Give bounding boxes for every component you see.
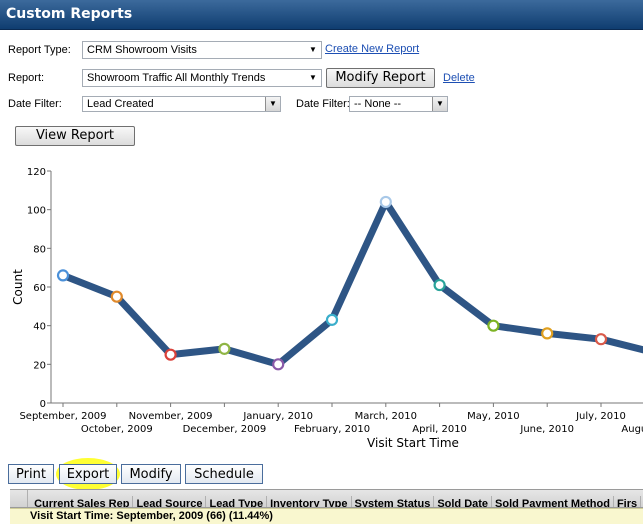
column-first[interactable]: Firs	[614, 496, 642, 507]
delete-link[interactable]: Delete	[443, 72, 475, 84]
y-tick-label: 100	[27, 206, 46, 217]
report-type-value: CRM Showroom Visits	[87, 44, 197, 56]
date-filter-2-label: Date Filter:	[296, 98, 350, 110]
x-tick-label: July, 2010	[575, 411, 626, 422]
grid-expand-column	[10, 490, 28, 507]
dropdown-arrow-icon: ▼	[309, 45, 317, 54]
x-tick-label: November, 2009	[129, 411, 213, 422]
group-row[interactable]: Visit Start Time: September, 2009 (66) (…	[10, 508, 643, 524]
column-system-status[interactable]: System Status	[352, 496, 435, 507]
column-lead-source[interactable]: Lead Source	[133, 496, 207, 507]
data-point-marker[interactable]	[272, 358, 285, 371]
report-label: Report:	[8, 72, 45, 84]
data-point-marker[interactable]	[164, 348, 177, 361]
y-tick-label: 20	[33, 360, 46, 371]
report-select[interactable]: Showroom Traffic All Monthly Trends ▼	[82, 69, 322, 87]
data-point-marker[interactable]	[379, 195, 392, 209]
x-tick-label: December, 2009	[183, 424, 267, 435]
report-type-select[interactable]: CRM Showroom Visits ▼	[82, 41, 322, 59]
x-tick-label: January, 2010	[242, 411, 313, 422]
line-chart: 0 20 40 60 80 100 120 September, 2009 October, …	[11, 167, 643, 450]
column-current-sales-rep[interactable]: Current Sales Rep	[31, 496, 134, 507]
column-sold-date[interactable]: Sold Date	[434, 496, 493, 507]
report-value: Showroom Traffic All Monthly Trends	[87, 72, 266, 84]
date-filter-value: Lead Created	[87, 98, 154, 110]
dropdown-arrow-icon: ▼	[432, 97, 447, 111]
schedule-button[interactable]: Schedule	[185, 464, 263, 484]
grid-header: Current Sales Rep Lead Source Lead Type Inv…	[10, 489, 643, 508]
dropdown-arrow-icon: ▼	[309, 73, 317, 82]
report-type-label: Report Type:	[8, 44, 71, 56]
x-tick-label: August, 2010	[621, 424, 643, 435]
x-axis-label: Visit Start Time	[367, 436, 459, 450]
x-tick-label: April, 2010	[412, 424, 467, 435]
y-tick-label: 80	[33, 244, 46, 255]
y-tick-label: 40	[33, 322, 46, 333]
data-point-marker[interactable]	[433, 278, 446, 292]
data-point-marker[interactable]	[487, 319, 500, 332]
title-bar: Custom Reports	[0, 0, 643, 30]
x-tick-label: October, 2009	[81, 424, 153, 435]
y-tick-label: 120	[27, 167, 46, 178]
x-axis-ticks: September, 2009 October, 2009 November, 20…	[19, 403, 643, 435]
x-tick-label: September, 2009	[19, 411, 106, 422]
column-sold-payment-method[interactable]: Sold Payment Method	[492, 496, 614, 507]
series-line	[61, 198, 643, 368]
date-filter-2-value: -- None --	[354, 98, 402, 110]
column-lead-type[interactable]: Lead Type	[206, 496, 268, 507]
x-tick-label: June, 2010	[519, 424, 574, 435]
data-point-marker[interactable]	[325, 313, 339, 326]
data-point-marker[interactable]	[110, 290, 123, 303]
page-title: Custom Reports	[6, 6, 133, 22]
y-axis-ticks: 0 20 40 60 80 100 120	[27, 167, 51, 410]
data-point-marker[interactable]	[218, 342, 231, 355]
x-tick-label: March, 2010	[355, 411, 417, 422]
date-filter-select[interactable]: Lead Created ▼	[82, 96, 281, 112]
data-point-marker[interactable]	[541, 327, 554, 340]
data-point-marker[interactable]	[56, 269, 70, 282]
export-button[interactable]: Export	[59, 464, 117, 484]
x-tick-label: May, 2010	[467, 411, 519, 422]
date-filter-2-select[interactable]: -- None -- ▼	[349, 96, 448, 112]
y-axis-label: Count	[11, 269, 25, 305]
modify-report-button[interactable]: Modify Report	[326, 68, 435, 88]
create-new-report-link[interactable]: Create New Report	[325, 43, 419, 55]
column-inventory-type[interactable]: Inventory Type	[267, 496, 352, 507]
date-filter-label: Date Filter:	[8, 98, 62, 110]
series-markers	[56, 195, 608, 371]
dropdown-arrow-icon: ▼	[265, 97, 280, 111]
modify-button[interactable]: Modify	[121, 464, 181, 484]
y-tick-label: 60	[33, 283, 46, 294]
y-tick-label: 0	[40, 399, 46, 410]
view-report-button[interactable]: View Report	[15, 126, 135, 146]
x-tick-label: February, 2010	[294, 424, 370, 435]
print-button[interactable]: Print	[8, 464, 54, 484]
data-point-marker[interactable]	[594, 333, 608, 346]
